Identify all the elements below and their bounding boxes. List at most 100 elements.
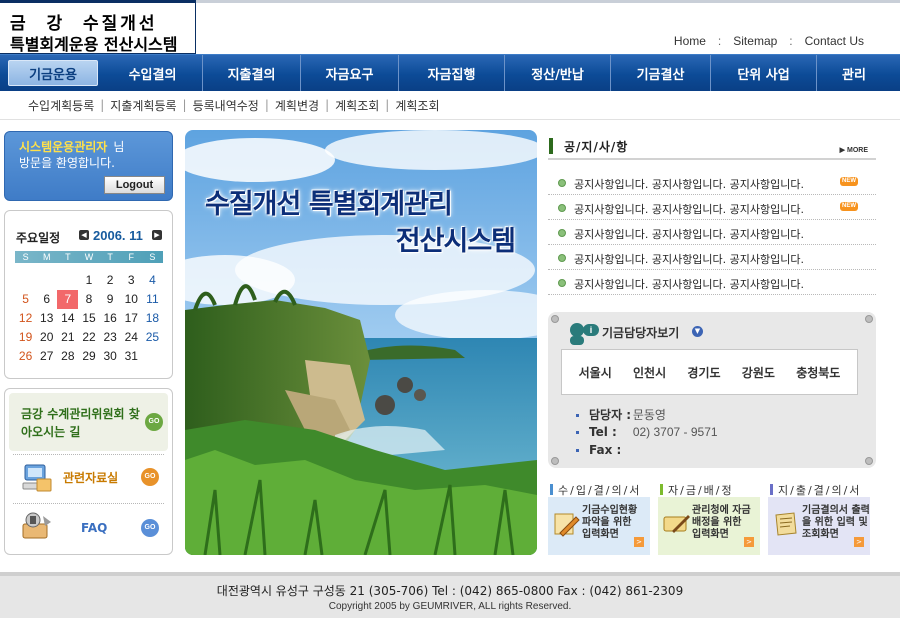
calendar-day[interactable]: 22 [78, 328, 99, 347]
income-resolution-title: 수/입/결/의/서 [550, 482, 641, 498]
calendar-day[interactable]: 18 [142, 309, 163, 328]
income-resolution-box[interactable]: 기금수입현황 파악을 위한 입력화면 > [548, 497, 650, 555]
nav-fund-execution[interactable]: 자금집행 [399, 55, 505, 91]
calendar-day[interactable]: 25 [142, 328, 163, 347]
subnav-edit-entries[interactable]: 등록내역수정 [193, 97, 259, 114]
top-link-separator: : [717, 34, 722, 48]
calendar-prev-icon[interactable]: ◀ [79, 230, 89, 240]
notice-text[interactable]: 공지사항입니다. 공지사항입니다. 공지사항입니다. [574, 226, 804, 242]
calendar-day[interactable]: 4 [142, 271, 163, 290]
calendar-day[interactable]: 24 [121, 328, 142, 347]
calendar-weekday-header: S M T W T F S [15, 251, 163, 263]
calendar-day[interactable]: 11 [142, 290, 163, 309]
calendar-day[interactable]: 28 [57, 347, 78, 366]
contact-us-link[interactable]: Contact Us [805, 34, 864, 48]
subnav-plan-inquiry-2[interactable]: 계획조회 [395, 97, 439, 114]
calendar-next-icon[interactable]: ▶ [152, 230, 162, 240]
subnav-plan-change[interactable]: 계획변경 [275, 97, 319, 114]
nav-unit-project[interactable]: 단위 사업 [711, 55, 817, 91]
income-resolution-title-text: 수/입/결/의/서 [558, 484, 642, 497]
notice-text[interactable]: 공지사항입니다. 공지사항입니다. 공지사항입니다. [574, 201, 804, 217]
region-gyeonggi[interactable]: 경기도 [687, 364, 720, 381]
notice-title-bar [549, 138, 553, 154]
fund-allocation-box[interactable]: 관리청에 자금 배정을 위한 입력화면 > [658, 497, 760, 555]
subnav-income-plan-register[interactable]: 수입계획등록 [28, 97, 94, 114]
calendar-day[interactable]: 9 [100, 290, 121, 309]
weekday-label: S [22, 252, 29, 262]
notice-item[interactable]: 공지사항입니다. 공지사항입니다. 공지사항입니다. [548, 245, 876, 270]
notice-text[interactable]: 공지사항입니다. 공지사항입니다. 공지사항입니다. [574, 276, 804, 292]
resources-link[interactable]: 관련자료실 [63, 469, 118, 486]
notice-item[interactable]: 공지사항입니다. 공지사항입니다. 공지사항입니다. NEW [548, 170, 876, 195]
calendar-day[interactable]: 26 [15, 347, 36, 366]
calendar-day[interactable]: 30 [100, 347, 121, 366]
site-logo[interactable]: 금 강 수질개선 특별회계운용 전산시스템 [0, 0, 196, 54]
calendar-day[interactable]: 17 [121, 309, 142, 328]
calendar-day[interactable]: 10 [121, 290, 142, 309]
calendar-day[interactable]: 19 [15, 328, 36, 347]
notice-text[interactable]: 공지사항입니다. 공지사항입니다. 공지사항입니다. [574, 251, 804, 267]
notice-more-link[interactable]: ▶ MORE [840, 146, 868, 154]
calendar-day[interactable]: 7 [57, 290, 79, 309]
calendar-day[interactable]: 13 [36, 309, 57, 328]
nav-management[interactable]: 관리 [817, 55, 891, 91]
faq-link[interactable]: FAQ [81, 521, 107, 535]
region-chungbuk[interactable]: 충청북도 [796, 364, 840, 381]
nav-fund-operation[interactable]: 기금운용 [8, 60, 98, 86]
notice-item[interactable]: 공지사항입니다. 공지사항입니다. 공지사항입니다. [548, 220, 876, 245]
calendar-day[interactable]: 23 [100, 328, 121, 347]
login-box: 시스템운용관리자 님 방문을 환영합니다. Logout [4, 131, 173, 201]
calendar-day[interactable]: 14 [57, 309, 78, 328]
logout-button[interactable]: Logout [104, 176, 165, 194]
expense-resolution-box[interactable]: 기금결의서 출력 을 위한 입력 및 조회화면 > [768, 497, 870, 555]
desc-line: 을 위한 입력 및 [802, 517, 868, 528]
bullet-icon [558, 204, 566, 212]
notice-text[interactable]: 공지사항입니다. 공지사항입니다. 공지사항입니다. [574, 176, 804, 192]
footer-copyright: Copyright 2005 by GEUMRIVER, ALL rights … [328, 601, 572, 612]
nav-expense-resolution[interactable]: 지출결의 [203, 55, 301, 91]
notice-header: 공/지/사/항 ▶ MORE [548, 136, 876, 160]
calendar-day[interactable]: 1 [78, 271, 99, 290]
faq-go-button[interactable]: GO [141, 519, 159, 537]
calendar-day[interactable]: 20 [36, 328, 57, 347]
directions-go-button[interactable]: GO [145, 413, 163, 431]
calendar-day[interactable]: 27 [36, 347, 57, 366]
notice-item[interactable]: 공지사항입니다. 공지사항입니다. 공지사항입니다. NEW [548, 195, 876, 220]
calendar-day[interactable]: 15 [78, 309, 99, 328]
arrow-go-icon[interactable]: > [634, 537, 644, 547]
home-link[interactable]: Home [674, 34, 706, 48]
calendar-day[interactable]: 21 [57, 328, 78, 347]
resources-go-button[interactable]: GO [141, 468, 159, 486]
nav-income-resolution[interactable]: 수입결의 [103, 55, 203, 91]
chevron-down-icon[interactable]: ▼ [692, 326, 703, 337]
footer: 대전광역시 유성구 구성동 21 (305-706) Tel : (042) 8… [0, 572, 900, 618]
nav-settlement-return[interactable]: 정산/반납 [505, 55, 611, 91]
computer-icon [19, 461, 55, 497]
directions-link[interactable]: 금강 수계관리위원회 찾아오시는 길 GO [9, 393, 168, 451]
calendar-day[interactable]: 3 [121, 271, 142, 290]
region-gangwon[interactable]: 강원도 [742, 364, 775, 381]
subnav-separator: | [385, 98, 390, 112]
calendar-day[interactable]: 12 [15, 309, 36, 328]
region-incheon[interactable]: 인천시 [633, 364, 666, 381]
calendar-day[interactable]: 8 [78, 290, 99, 309]
calendar-day[interactable]: 2 [100, 271, 121, 290]
calendar-day[interactable]: 16 [100, 309, 121, 328]
calendar-day[interactable]: 6 [36, 290, 57, 309]
subnav-expense-plan-register[interactable]: 지출계획등록 [110, 97, 176, 114]
calendar-day[interactable]: 31 [121, 347, 142, 366]
nav-fund-request[interactable]: 자금요구 [301, 55, 399, 91]
corner-rivet-icon [865, 457, 873, 465]
nav-fund-closing[interactable]: 기금결산 [611, 55, 711, 91]
notice-item[interactable]: 공지사항입니다. 공지사항입니다. 공지사항입니다. [548, 270, 876, 295]
region-seoul[interactable]: 서울시 [579, 364, 612, 381]
arrow-go-icon[interactable]: > [854, 537, 864, 547]
calendar-week-row: 12 13 14 15 16 17 18 [15, 309, 163, 328]
subnav-plan-inquiry[interactable]: 계획조회 [335, 97, 379, 114]
subnav-separator: | [182, 98, 187, 112]
sitemap-link[interactable]: Sitemap [733, 34, 777, 48]
fund-allocation-title-text: 자/금/배/정 [668, 484, 734, 497]
arrow-go-icon[interactable]: > [744, 537, 754, 547]
calendar-day[interactable]: 29 [78, 347, 99, 366]
calendar-day[interactable]: 5 [15, 290, 36, 309]
